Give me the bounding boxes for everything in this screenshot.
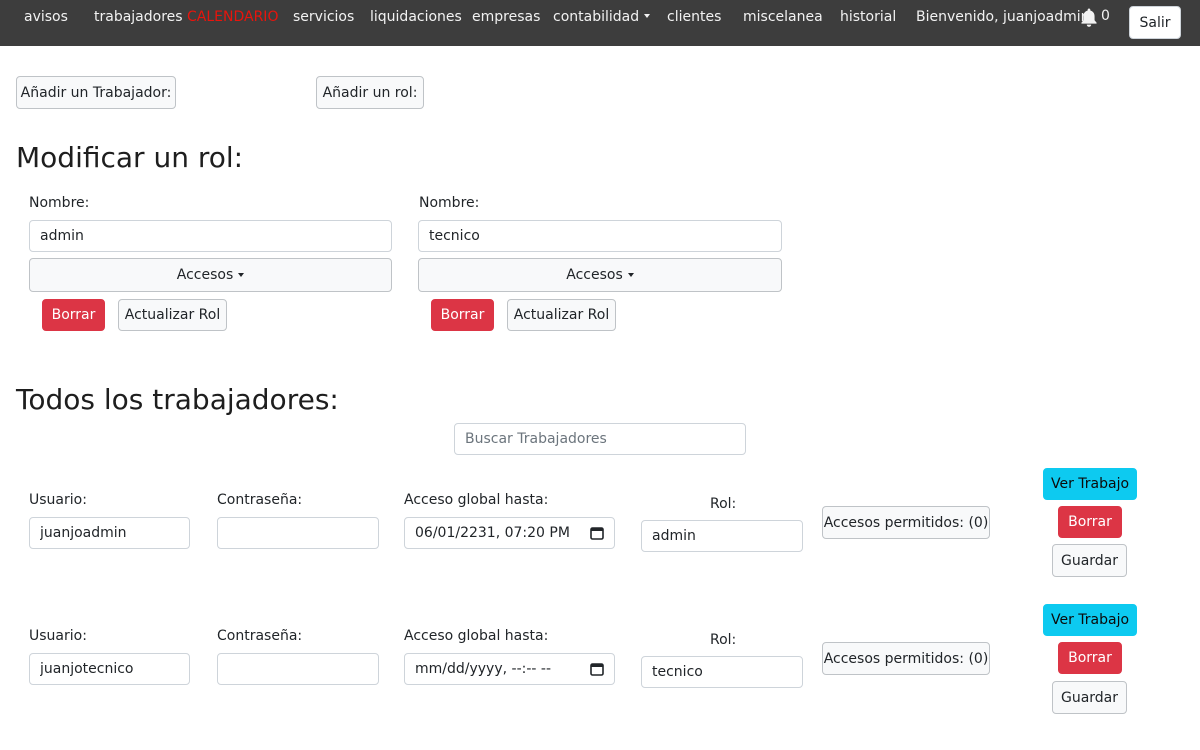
role-input[interactable]	[641, 520, 803, 552]
view-work-button[interactable]: Ver Trabajo	[1043, 468, 1137, 500]
save-worker-button[interactable]: Guardar	[1052, 681, 1127, 714]
update-role-button[interactable]: Actualizar Rol	[507, 299, 616, 331]
navbar: avisos trabajadores CALENDARIO servicios…	[0, 0, 1200, 46]
view-work-button[interactable]: Ver Trabajo	[1043, 604, 1137, 636]
password-input[interactable]	[217, 653, 379, 685]
password-input[interactable]	[217, 517, 379, 549]
access-until-label: Acceso global hasta:	[404, 492, 549, 508]
access-until-value: 06/01/2231, 07:20 PM	[415, 525, 570, 541]
delete-role-button[interactable]: Borrar	[431, 299, 494, 331]
save-worker-button[interactable]: Guardar	[1052, 544, 1127, 577]
role-access-dropdown[interactable]: Accesos	[29, 258, 392, 292]
password-label: Contraseña:	[217, 492, 303, 508]
nav-item-liquidaciones[interactable]: liquidaciones	[370, 8, 462, 26]
notification-count: 0	[1101, 8, 1110, 24]
chevron-down-icon	[644, 14, 651, 18]
welcome-text: Bienvenido, juanjoadmin	[916, 9, 1090, 25]
add-role-button[interactable]: Añadir un rol:	[316, 76, 424, 109]
calendar-icon[interactable]	[590, 662, 604, 676]
chevron-down-icon	[627, 273, 634, 277]
nav-item-contabilidad[interactable]: contabilidad	[553, 8, 651, 26]
delete-worker-button[interactable]: Borrar	[1058, 506, 1122, 538]
role-name-label: Nombre:	[419, 195, 480, 211]
user-input[interactable]	[29, 653, 190, 685]
role-access-label: Accesos	[176, 267, 234, 283]
bell-icon[interactable]	[1080, 8, 1098, 28]
nav-item-calendario[interactable]: CALENDARIO	[187, 8, 278, 26]
access-until-value: mm/dd/yyyy, --:-- --	[415, 661, 552, 677]
role-name-input[interactable]	[418, 220, 782, 252]
logout-button[interactable]: Salir	[1129, 6, 1181, 39]
user-input[interactable]	[29, 517, 190, 549]
password-label: Contraseña:	[217, 628, 303, 644]
nav-item-trabajadores[interactable]: trabajadores	[94, 8, 183, 26]
role-label: Rol:	[710, 496, 737, 512]
role-access-dropdown[interactable]: Accesos	[418, 258, 782, 292]
delete-worker-button[interactable]: Borrar	[1058, 642, 1122, 674]
nav-item-servicios[interactable]: servicios	[293, 8, 354, 26]
delete-role-button[interactable]: Borrar	[42, 299, 105, 331]
access-until-input[interactable]: 06/01/2231, 07:20 PM	[404, 517, 615, 549]
user-label: Usuario:	[29, 628, 87, 644]
roles-section-title: Modificar un rol:	[16, 141, 244, 174]
role-access-label: Accesos	[566, 267, 623, 283]
search-workers-input[interactable]	[454, 423, 746, 455]
permissions-button[interactable]: Accesos permitidos: (0)	[822, 506, 990, 539]
access-until-input[interactable]: mm/dd/yyyy, --:-- --	[404, 653, 615, 685]
nav-item-avisos[interactable]: avisos	[24, 8, 68, 26]
workers-section-title: Todos los trabajadores:	[16, 383, 339, 416]
nav-item-empresas[interactable]: empresas	[472, 8, 540, 26]
nav-item-miscelanea[interactable]: miscelanea	[743, 8, 823, 26]
nav-item-clientes[interactable]: clientes	[667, 8, 721, 26]
role-label: Rol:	[710, 632, 737, 648]
role-input[interactable]	[641, 656, 803, 688]
chevron-down-icon	[238, 273, 245, 277]
update-role-button[interactable]: Actualizar Rol	[118, 299, 227, 331]
permissions-button[interactable]: Accesos permitidos: (0)	[822, 642, 990, 675]
role-name-label: Nombre:	[29, 195, 90, 211]
add-worker-button[interactable]: Añadir un Trabajador:	[16, 76, 176, 109]
nav-item-contabilidad-label: contabilidad	[553, 9, 640, 25]
nav-item-historial[interactable]: historial	[840, 8, 896, 26]
access-until-label: Acceso global hasta:	[404, 628, 549, 644]
role-name-input[interactable]	[29, 220, 392, 252]
user-label: Usuario:	[29, 492, 87, 508]
calendar-icon[interactable]	[590, 526, 604, 540]
